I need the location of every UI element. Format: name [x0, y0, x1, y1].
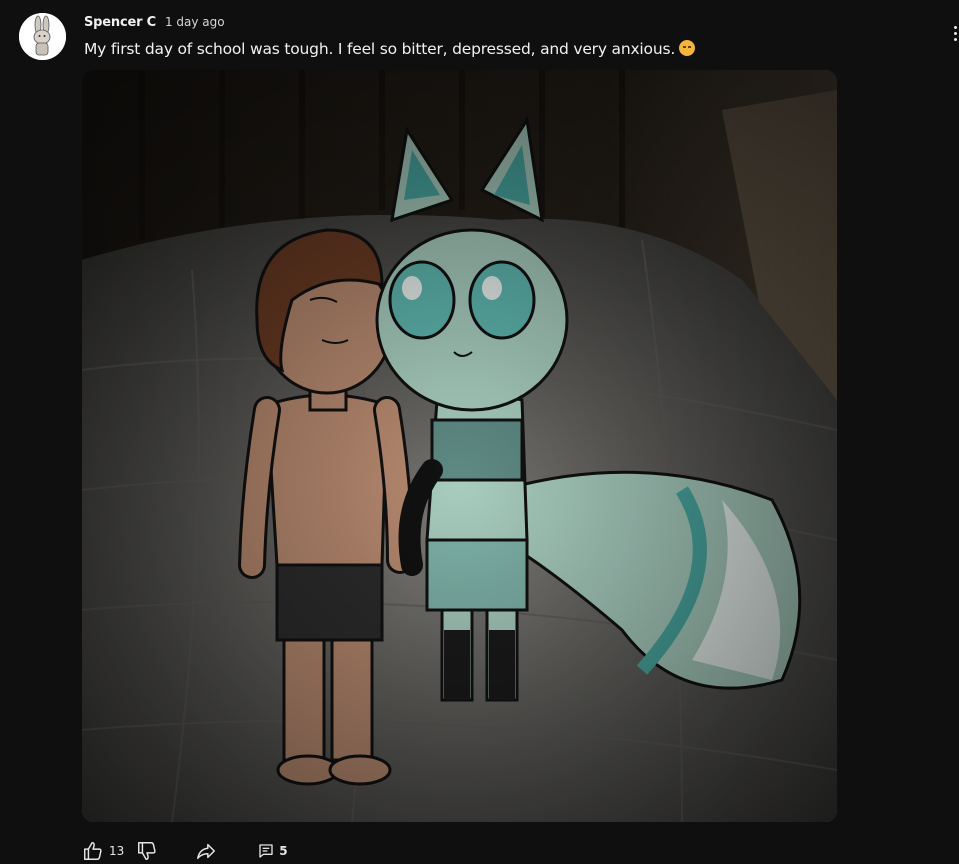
- author-name[interactable]: Spencer C: [84, 15, 156, 30]
- thumbs-down-icon: [138, 842, 156, 860]
- pensive-face-icon: [679, 40, 696, 56]
- post-time[interactable]: 1 day ago: [165, 15, 225, 29]
- like-count: 13: [109, 844, 125, 858]
- post-image[interactable]: [82, 70, 837, 822]
- illustration: [82, 70, 837, 822]
- comments-button[interactable]: 5: [258, 843, 288, 859]
- dislike-button[interactable]: [136, 840, 158, 862]
- comment-icon: [259, 844, 273, 858]
- bunny-avatar-icon: [19, 13, 66, 60]
- comment-count: 5: [279, 844, 288, 858]
- avatar[interactable]: [19, 13, 66, 60]
- thumbs-up-icon: [84, 842, 102, 860]
- like-button[interactable]: 13: [82, 840, 124, 862]
- post-text: My first day of school was tough. I feel…: [84, 40, 696, 58]
- post-actions: 13 5: [82, 838, 288, 864]
- share-button[interactable]: [194, 840, 218, 862]
- more-vertical-icon[interactable]: [951, 26, 959, 41]
- share-arrow-icon: [197, 843, 216, 860]
- post-header: Spencer C 1 day ago: [84, 15, 225, 30]
- community-post: Spencer C 1 day ago My first day of scho…: [0, 0, 959, 864]
- post-text-content: My first day of school was tough. I feel…: [84, 40, 676, 58]
